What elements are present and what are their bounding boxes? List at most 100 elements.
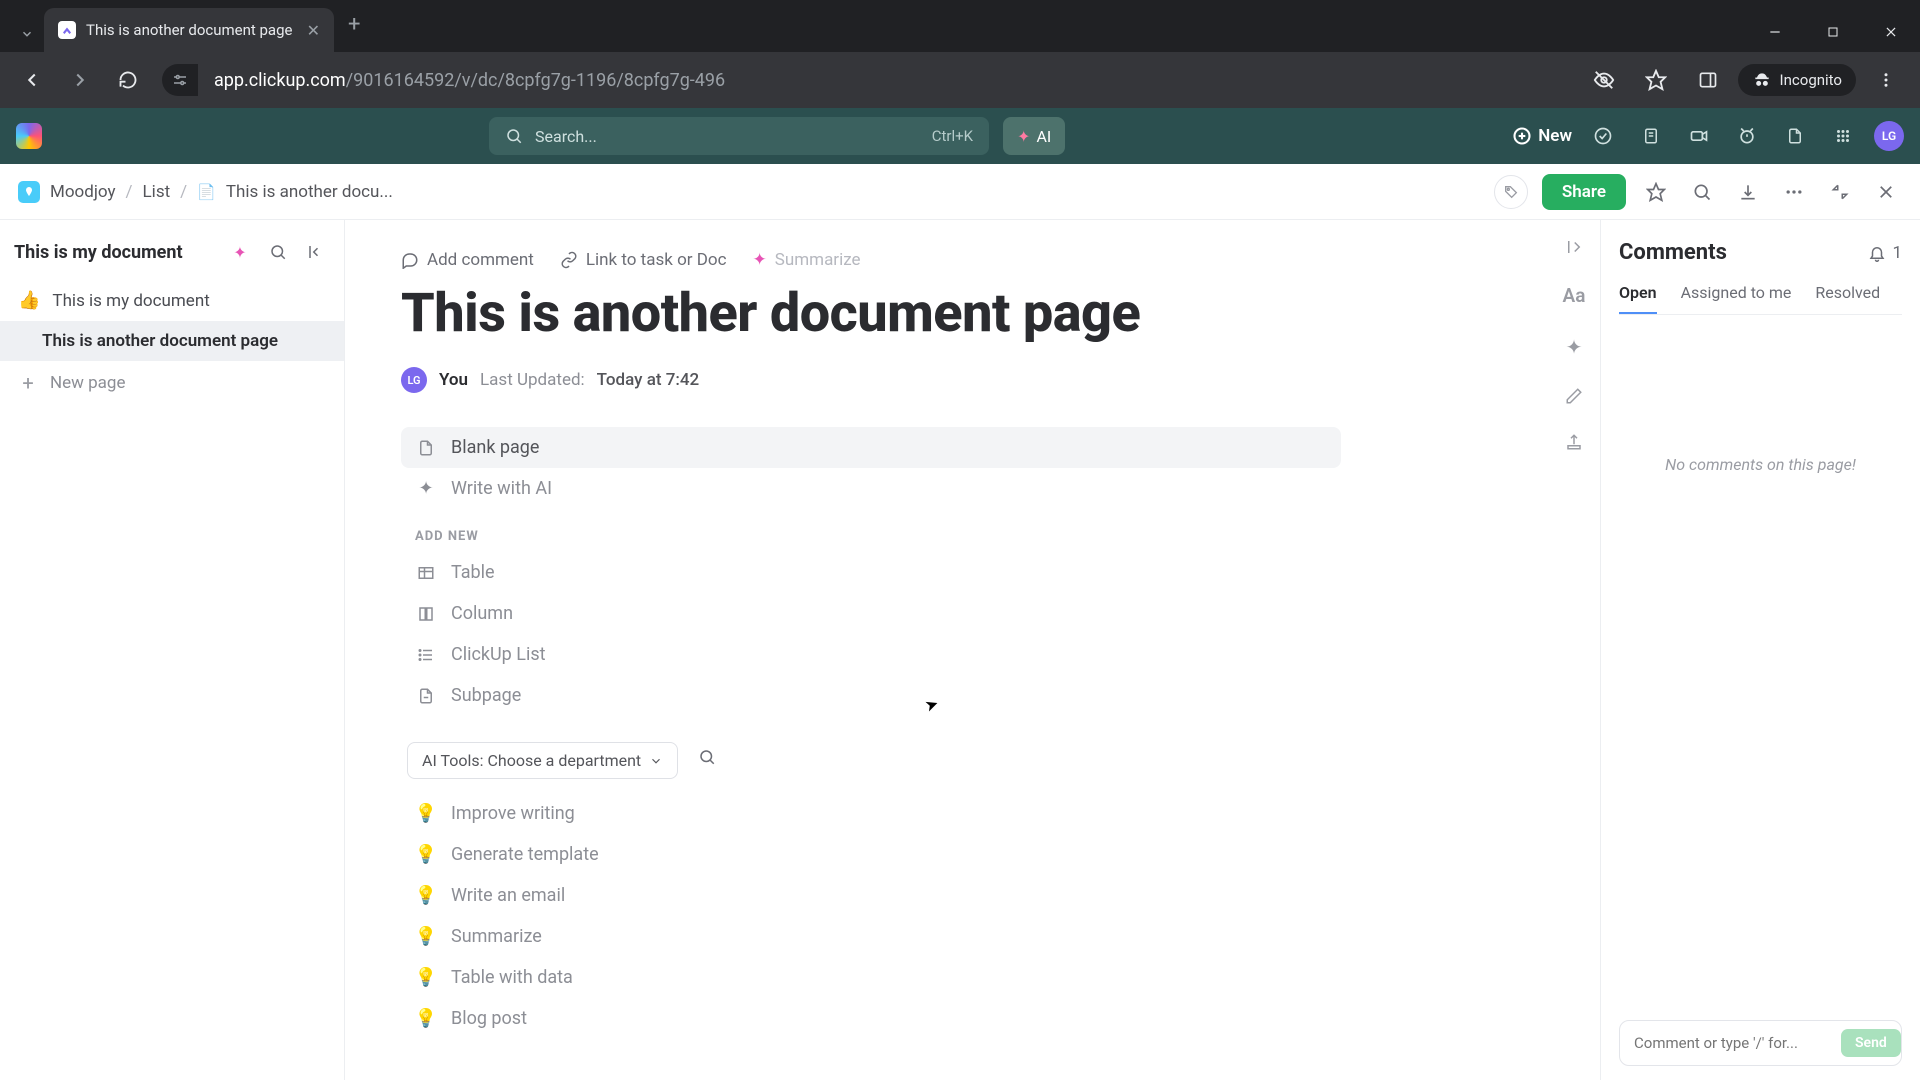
incognito-label: Incognito: [1780, 71, 1842, 89]
crumb-workspace[interactable]: Moodjoy: [50, 182, 116, 202]
edit-rail-icon[interactable]: [1565, 387, 1583, 405]
column-icon: [415, 605, 437, 623]
reload-button[interactable]: [108, 60, 148, 100]
ai-generate-template[interactable]: 💡 Generate template: [401, 834, 1341, 875]
tab-resolved[interactable]: Resolved: [1815, 283, 1880, 314]
ai-blog-post[interactable]: 💡 Blog post: [401, 998, 1341, 1039]
doc-sidebar: This is my document ✦ 👍 This is my docum…: [0, 220, 345, 1080]
author-name: You: [439, 370, 468, 390]
typography-icon[interactable]: Aa: [1563, 284, 1586, 307]
lightbulb-icon: 💡: [415, 967, 437, 988]
option-table[interactable]: Table: [401, 552, 1341, 593]
minimize-window-icon[interactable]: [1746, 12, 1804, 52]
checkmark-circle-icon[interactable]: [1586, 119, 1620, 153]
ai-tools-search-icon[interactable]: [692, 748, 722, 766]
chrome-menu-icon[interactable]: [1864, 58, 1908, 102]
close-window-icon[interactable]: [1862, 12, 1920, 52]
comment-input-row: Send: [1619, 1020, 1902, 1066]
back-button[interactable]: [12, 60, 52, 100]
browser-tab[interactable]: This is another document page ✕: [44, 8, 334, 52]
chevron-down-icon: [649, 754, 663, 768]
incognito-indicator[interactable]: Incognito: [1738, 64, 1856, 96]
tab-open[interactable]: Open: [1619, 283, 1657, 314]
search-icon: [505, 127, 523, 145]
sidebar-item-current[interactable]: This is another document page: [0, 321, 344, 361]
new-label: New: [1538, 126, 1572, 146]
apps-grid-icon[interactable]: [1826, 119, 1860, 153]
search-sidebar-icon[interactable]: [264, 238, 292, 266]
incognito-icon: [1752, 70, 1772, 90]
sidebar-new-page[interactable]: + New page: [0, 361, 344, 405]
notepad-icon[interactable]: [1634, 119, 1668, 153]
send-button[interactable]: Send: [1841, 1029, 1901, 1057]
ai-write-email[interactable]: 💡 Write an email: [401, 875, 1341, 916]
more-menu-icon[interactable]: [1778, 176, 1810, 208]
new-tab-button[interactable]: +: [334, 12, 374, 37]
summarize-action[interactable]: ✦ Summarize: [753, 250, 861, 270]
export-rail-icon[interactable]: [1565, 433, 1583, 451]
link-task-action[interactable]: Link to task or Doc: [560, 250, 727, 270]
list-icon: [415, 646, 437, 664]
doc-content: Add comment Link to task or Doc ✦ Summar…: [345, 220, 1600, 1080]
sidebar-item-root[interactable]: 👍 This is my document: [0, 280, 344, 321]
site-controls-icon[interactable]: [162, 64, 198, 96]
option-blank-page[interactable]: Blank page: [401, 427, 1341, 468]
option-write-ai[interactable]: ✦ Write with AI: [401, 468, 1341, 509]
breadcrumb-bar: Moodjoy / List / 📄 This is another docu.…: [0, 164, 1920, 220]
bookmark-star-icon[interactable]: [1634, 58, 1678, 102]
close-panel-icon[interactable]: [1870, 176, 1902, 208]
table-icon: [415, 564, 437, 582]
expand-rail-icon[interactable]: [1565, 238, 1583, 256]
option-subpage[interactable]: Subpage: [401, 675, 1341, 716]
eye-off-icon[interactable]: [1582, 58, 1626, 102]
add-comment-action[interactable]: Add comment: [401, 250, 534, 270]
tab-search-dropdown[interactable]: [10, 16, 44, 52]
share-button[interactable]: Share: [1542, 174, 1626, 210]
search-doc-icon[interactable]: [1686, 176, 1718, 208]
option-clickup-list[interactable]: ClickUp List: [401, 634, 1341, 675]
lightbulb-icon: 💡: [415, 844, 437, 865]
global-search[interactable]: Search... Ctrl+K: [489, 117, 989, 155]
ai-rail-icon[interactable]: ✦: [1566, 335, 1583, 359]
close-tab-icon[interactable]: ✕: [307, 21, 320, 40]
forward-button[interactable]: [60, 60, 100, 100]
crumb-separator: /: [180, 182, 187, 202]
collapse-sidebar-icon[interactable]: [302, 238, 330, 266]
user-avatar[interactable]: LG: [1874, 121, 1904, 151]
author-avatar[interactable]: LG: [401, 367, 427, 393]
tag-circle-icon[interactable]: [1494, 175, 1528, 209]
plus-icon: [1512, 126, 1532, 146]
crumb-list[interactable]: List: [143, 182, 171, 202]
subpage-icon: [415, 687, 437, 705]
comment-input[interactable]: [1634, 1034, 1833, 1052]
url-field[interactable]: app.clickup.com/9016164592/v/dc/8cpfg7g-…: [206, 70, 733, 91]
doc-title[interactable]: This is another document page: [401, 282, 1544, 345]
sidebar-item-label: This is another document page: [42, 331, 278, 351]
collapse-icon[interactable]: [1824, 176, 1856, 208]
bell-icon: [1868, 244, 1886, 262]
crumb-doc[interactable]: This is another docu...: [226, 182, 393, 202]
ai-improve-writing[interactable]: 💡 Improve writing: [401, 793, 1341, 834]
doc-icon[interactable]: [1778, 119, 1812, 153]
clickup-favicon: [58, 21, 76, 39]
clickup-logo[interactable]: [16, 123, 42, 149]
alarm-icon[interactable]: [1730, 119, 1764, 153]
record-icon[interactable]: [1682, 119, 1716, 153]
download-icon[interactable]: [1732, 176, 1764, 208]
new-button[interactable]: New: [1512, 126, 1572, 146]
star-icon[interactable]: [1640, 176, 1672, 208]
ai-department-dropdown[interactable]: AI Tools: Choose a department: [407, 742, 678, 779]
sidebar-item-label: New page: [50, 373, 126, 393]
ai-table-data[interactable]: 💡 Table with data: [401, 957, 1341, 998]
ai-button[interactable]: ✦ AI: [1003, 117, 1065, 155]
comments-panel: Comments 1 Open Assigned to me Resolved …: [1600, 220, 1920, 1080]
option-column[interactable]: Column: [401, 593, 1341, 634]
ai-summarize[interactable]: 💡 Summarize: [401, 916, 1341, 957]
side-panel-icon[interactable]: [1686, 58, 1730, 102]
sparkle-icon: ✦: [415, 478, 437, 499]
lightbulb-icon: 💡: [415, 803, 437, 824]
tab-assigned[interactable]: Assigned to me: [1681, 283, 1792, 314]
maximize-window-icon[interactable]: [1804, 12, 1862, 52]
comments-notify[interactable]: 1: [1868, 243, 1902, 263]
ai-sparkle-icon[interactable]: ✦: [226, 238, 254, 266]
